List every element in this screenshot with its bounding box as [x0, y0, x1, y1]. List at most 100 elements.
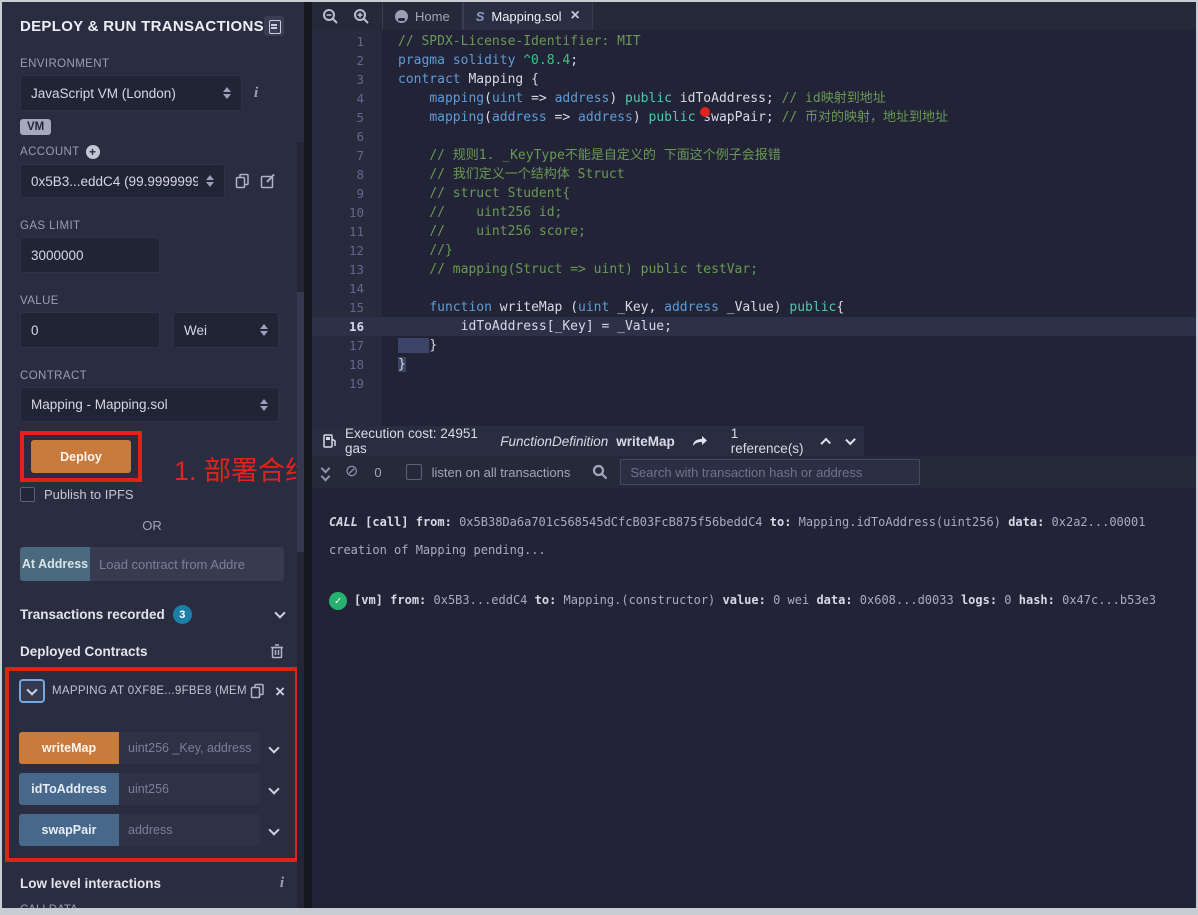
function-args-input-swapPair[interactable]	[119, 814, 260, 846]
documentation-icon[interactable]	[264, 16, 284, 36]
references-count: 1 reference(s)	[731, 426, 804, 456]
editor-tabbar: HomeSMapping.sol×	[312, 2, 1196, 30]
clear-console-icon[interactable]: ⊘	[345, 464, 358, 480]
edit-account-icon[interactable]	[260, 173, 276, 189]
line-number: 4	[312, 89, 382, 108]
account-value: 0x5B3...eddC4 (99.9999999	[31, 174, 198, 189]
gas-limit-input[interactable]	[31, 248, 149, 263]
instance-close-icon[interactable]: ×	[275, 683, 285, 700]
copy-instance-address-icon[interactable]	[250, 683, 265, 699]
code-line-2[interactable]: 2pragma solidity ^0.8.4;	[312, 51, 1196, 70]
function-args-input-idToAddress[interactable]	[119, 773, 260, 805]
line-number: 9	[312, 184, 382, 203]
or-divider: OR	[20, 518, 284, 533]
code-text: // uint256 score;	[382, 222, 586, 241]
panel-divider[interactable]	[304, 2, 312, 908]
previous-reference-chevron-icon[interactable]	[820, 438, 831, 449]
zoom-in-icon[interactable]	[353, 8, 370, 25]
function-button-writeMap[interactable]: writeMap	[19, 732, 119, 764]
environment-select[interactable]: JavaScript VM (London)	[20, 75, 242, 111]
value-label: VALUE	[20, 295, 284, 307]
transactions-chevron-icon[interactable]	[274, 607, 285, 618]
code-line-7[interactable]: 7 // 规则1. _KeyType不能是自定义的 下面这个例子会报错	[312, 146, 1196, 165]
transactions-recorded-label: Transactions recorded	[20, 607, 165, 622]
code-line-5[interactable]: 5 mapping(address => address) public swa…	[312, 108, 1196, 127]
annotation-box-deploy: Deploy 1. 部署合约	[20, 431, 142, 482]
code-line-1[interactable]: 1// SPDX-License-Identifier: MIT	[312, 32, 1196, 51]
terminal-log-row-3: ✓[vm] from: 0x5B3...eddC4 to: Mapping.(c…	[329, 590, 1186, 610]
code-line-13[interactable]: 13 // mapping(Struct => uint) public tes…	[312, 260, 1196, 279]
instance-collapse-chevron-icon[interactable]	[19, 679, 45, 703]
contract-select[interactable]: Mapping - Mapping.sol	[20, 387, 279, 422]
copy-account-icon[interactable]	[235, 173, 250, 189]
code-text: // 我们定义一个结构体 Struct	[382, 165, 625, 184]
code-line-12[interactable]: 12 //}	[312, 241, 1196, 260]
function-row-swapPair: swapPair	[19, 814, 285, 846]
tab-mapping-sol[interactable]: SMapping.sol×	[463, 2, 593, 30]
code-line-9[interactable]: 9 // struct Student{	[312, 184, 1196, 203]
terminal-search-input[interactable]	[620, 459, 920, 485]
value-input[interactable]	[31, 323, 149, 338]
stepper-icon	[260, 324, 268, 336]
low-level-info-icon[interactable]: i	[280, 875, 284, 892]
code-line-4[interactable]: 4 mapping(uint => address) public idToAd…	[312, 89, 1196, 108]
line-number: 1	[312, 32, 382, 51]
code-line-18[interactable]: 18}	[312, 355, 1196, 374]
tab-home[interactable]: Home	[382, 2, 463, 30]
stepper-icon	[223, 87, 231, 99]
line-number: 10	[312, 203, 382, 222]
listen-all-transactions-checkbox[interactable]	[406, 464, 422, 480]
code-line-19[interactable]: 19	[312, 374, 1196, 393]
line-number: 8	[312, 165, 382, 184]
terminal-log-row-2: creation of Mapping pending...	[329, 540, 1186, 560]
next-reference-chevron-icon[interactable]	[845, 435, 856, 446]
code-line-10[interactable]: 10 // uint256 id;	[312, 203, 1196, 222]
gas-pump-icon	[322, 433, 337, 449]
close-tab-icon[interactable]: ×	[570, 7, 579, 25]
annotation-box-instance: MAPPING AT 0XF8E...9FBE8 (MEM × writeMap…	[5, 667, 299, 862]
tab-label: Mapping.sol	[491, 9, 561, 24]
function-button-idToAddress[interactable]: idToAddress	[19, 773, 119, 805]
code-text: // 规则1. _KeyType不能是自定义的 下面这个例子会报错	[382, 146, 781, 165]
line-number: 16	[312, 317, 382, 336]
calldata-label: CALLDATA	[20, 904, 284, 908]
deploy-button[interactable]: Deploy	[31, 440, 131, 473]
code-line-3[interactable]: 3contract Mapping {	[312, 70, 1196, 89]
at-address-input[interactable]	[90, 547, 284, 581]
check-icon[interactable]: ✓	[329, 592, 347, 610]
code-editor[interactable]: 1// SPDX-License-Identifier: MIT2pragma …	[312, 30, 1196, 426]
stepper-icon	[206, 175, 214, 187]
value-unit-select[interactable]: Wei	[173, 312, 279, 348]
function-args-input-writeMap[interactable]	[119, 732, 260, 764]
code-text: // SPDX-License-Identifier: MIT	[382, 32, 641, 51]
at-address-button[interactable]: At Address	[20, 547, 90, 581]
code-text	[382, 279, 398, 298]
code-line-11[interactable]: 11 // uint256 score;	[312, 222, 1196, 241]
code-line-14[interactable]: 14	[312, 279, 1196, 298]
code-text: pragma solidity ^0.8.4;	[382, 51, 578, 70]
expand-function-chevron-icon[interactable]	[268, 783, 279, 794]
terminal-log-area: CALL [call] from: 0x5B38Da6a701c568545dC…	[312, 488, 1196, 908]
go-to-reference-icon[interactable]	[691, 434, 709, 448]
clear-instances-trash-icon[interactable]	[270, 643, 284, 659]
function-button-swapPair[interactable]: swapPair	[19, 814, 119, 846]
line-number: 15	[312, 298, 382, 317]
vm-badge: VM	[20, 119, 51, 135]
code-line-6[interactable]: 6	[312, 127, 1196, 146]
code-line-16[interactable]: 16 idToAddress[_Key] = _Value;	[312, 317, 1196, 336]
expand-function-chevron-icon[interactable]	[268, 824, 279, 835]
code-line-8[interactable]: 8 // 我们定义一个结构体 Struct	[312, 165, 1196, 184]
zoom-out-icon[interactable]	[322, 8, 339, 25]
environment-value: JavaScript VM (London)	[31, 86, 176, 101]
expand-function-chevron-icon[interactable]	[268, 742, 279, 753]
panel-scrollbar[interactable]	[297, 142, 304, 908]
expand-terminal-icon[interactable]	[322, 465, 329, 480]
code-line-15[interactable]: 15 function writeMap (uint _Key, address…	[312, 298, 1196, 317]
account-select[interactable]: 0x5B3...eddC4 (99.9999999	[20, 164, 225, 198]
code-line-17[interactable]: 17 }	[312, 336, 1196, 355]
code-text: }	[382, 355, 406, 374]
stepper-icon	[260, 399, 268, 411]
publish-ipfs-checkbox[interactable]	[20, 487, 35, 502]
add-account-icon[interactable]: +	[86, 145, 100, 159]
environment-info-icon[interactable]: i	[254, 85, 258, 102]
